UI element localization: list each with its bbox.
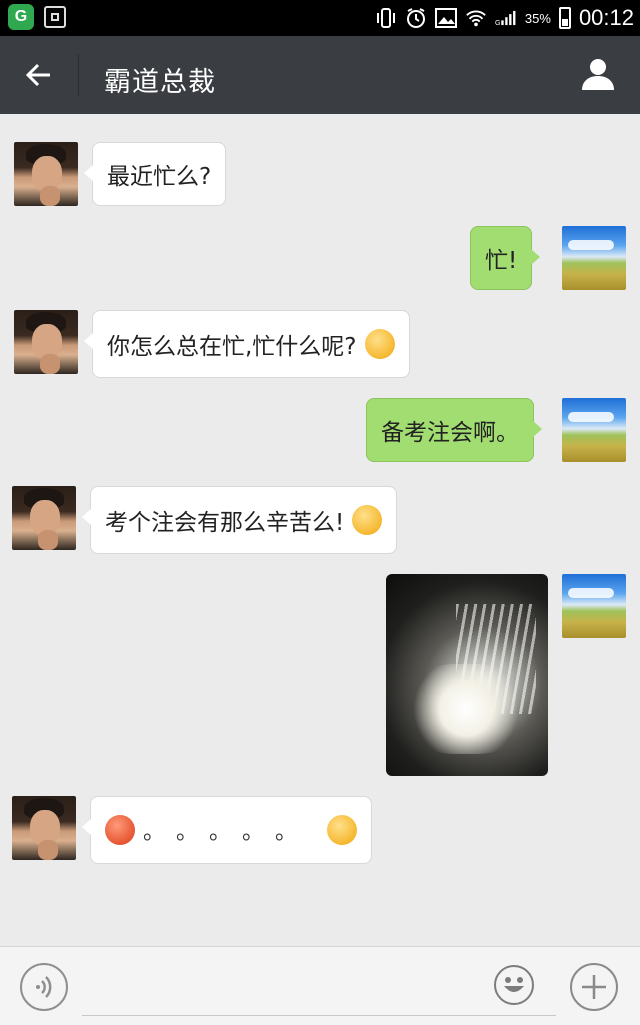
message-bubble-incoming[interactable]: 。。。。。 [81,796,373,864]
message-bubble-outgoing[interactable]: 忙! [470,226,541,290]
app-badge-icon: G [8,4,34,30]
battery-icon [558,7,571,29]
message-text: 。。。。。 [143,820,320,845]
thinking-emoji-icon [327,815,358,845]
contact-avatar[interactable] [12,486,76,550]
wifi-icon [465,7,487,29]
status-time: 00:12 [578,5,634,30]
plus-button[interactable] [570,963,618,1011]
message-bubble-incoming[interactable]: 最近忙么? [83,142,227,206]
contact-avatar[interactable] [14,142,78,206]
arrow-left-icon [25,63,50,87]
header-divider [78,54,79,96]
vibrate-icon [375,7,397,29]
message-text: 忙! [485,248,518,274]
voice-icon [36,976,52,998]
photo-highlight [406,664,526,754]
screenshot-icon [44,6,66,28]
status-left-icons: G [8,4,66,30]
self-avatar[interactable] [562,226,626,290]
message-input[interactable] [82,961,556,1016]
message-bubble-outgoing[interactable]: 备考注会啊。 [366,398,542,462]
chat-header: 霸道总裁 [0,36,640,114]
message-text: 备考注会啊。 [381,420,519,446]
input-bar [0,946,640,1025]
angry-emoji-icon [105,815,135,845]
message-text: 考个注会有那么辛苦么! [105,510,345,536]
plus-icon [582,975,606,999]
svg-text:G: G [495,20,501,27]
back-button[interactable] [14,50,64,100]
image-icon [434,7,457,29]
message-bubble-incoming[interactable]: 你怎么总在忙,忙什么呢? [84,310,410,378]
contact-avatar[interactable] [14,310,78,374]
person-icon [582,59,614,90]
contact-avatar[interactable] [12,796,76,860]
grimace-emoji-icon [364,329,395,359]
self-avatar[interactable] [562,398,626,462]
signal-icon: G [495,7,517,29]
status-right-icons: G 35% 00:12 [375,4,634,32]
profile-button[interactable] [578,54,618,94]
message-bubble-incoming[interactable]: 考个注会有那么辛苦么! [81,486,398,554]
voice-button[interactable] [20,963,68,1011]
chat-title: 霸道总裁 [104,67,216,98]
message-text: 你怎么总在忙,忙什么呢? [107,334,357,360]
emoji-button[interactable] [494,965,534,1005]
smirk-emoji-icon [352,505,383,535]
smiley-icon [504,977,524,992]
battery-percent: 35% [524,10,551,26]
image-message[interactable] [386,574,548,776]
status-bar: G G 35% 00:12 [0,0,640,36]
message-list[interactable]: 最近忙么? 忙! 你怎么总在忙,忙什么呢? 备考注会啊。 考个注会有那么辛苦么!… [0,114,640,946]
message-text: 最近忙么? [107,164,212,190]
alarm-icon [405,7,427,29]
self-avatar[interactable] [562,574,626,638]
